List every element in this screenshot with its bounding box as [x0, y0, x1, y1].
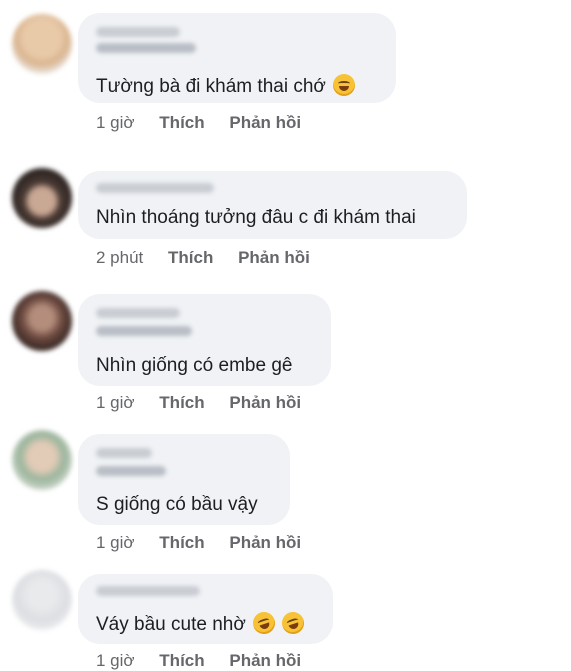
avatar[interactable] — [12, 570, 72, 630]
laughing-tears-emoji-icon — [333, 74, 356, 96]
timestamp[interactable]: 1 giờ — [96, 533, 135, 553]
comment-actions: 1 giờ Thích Phản hồi — [96, 651, 301, 671]
comment-actions: 2 phút Thích Phản hồi — [96, 248, 310, 268]
comment-actions: 1 giờ Thích Phản hồi — [96, 113, 301, 133]
author-name-blurred[interactable] — [96, 448, 152, 458]
like-button[interactable]: Thích — [159, 393, 204, 413]
comment-bubble: Nhìn giống có embe gê — [78, 294, 331, 386]
avatar[interactable] — [12, 14, 72, 74]
avatar[interactable] — [12, 168, 72, 228]
reply-button[interactable]: Phản hồi — [229, 113, 301, 133]
comment-text-content: Tường bà đi khám thai chớ — [96, 76, 326, 97]
comment-bubble: Váy bầu cute nhờ — [78, 574, 333, 644]
author-name-blurred[interactable] — [96, 27, 180, 37]
reply-button[interactable]: Phản hồi — [229, 393, 301, 413]
like-button[interactable]: Thích — [159, 533, 204, 553]
author-name-blurred — [96, 326, 192, 336]
author-name-blurred[interactable] — [96, 308, 180, 318]
timestamp[interactable]: 1 giờ — [96, 651, 135, 671]
author-name-blurred[interactable] — [96, 183, 214, 193]
comment-actions: 1 giờ Thích Phản hồi — [96, 533, 301, 553]
comment-bubble: S giống có bầu vậy — [78, 434, 290, 525]
avatar[interactable] — [12, 291, 72, 351]
comment-list: Tường bà đi khám thai chớ 1 giờ Thích Ph… — [0, 0, 571, 671]
timestamp[interactable]: 1 giờ — [96, 113, 135, 133]
comment-text: Tường bà đi khám thai chớ — [96, 74, 356, 98]
comment-text: Nhìn thoáng tưởng đâu c đi khám thai — [96, 207, 416, 229]
comment-actions: 1 giờ Thích Phản hồi — [96, 393, 301, 413]
comment-text: S giống có bầu vậy — [96, 494, 258, 516]
comment-text-content: Nhìn giống có embe gê — [96, 355, 293, 376]
like-button[interactable]: Thích — [159, 113, 204, 133]
timestamp[interactable]: 1 giờ — [96, 393, 135, 413]
like-button[interactable]: Thích — [168, 248, 213, 268]
rofl-emoji-icon — [250, 609, 278, 637]
comment-text: Nhìn giống có embe gê — [96, 355, 292, 377]
comment-bubble: Nhìn thoáng tưởng đâu c đi khám thai — [78, 171, 467, 239]
reply-button[interactable]: Phản hồi — [229, 533, 301, 553]
comment-bubble: Tường bà đi khám thai chớ — [78, 13, 396, 103]
avatar[interactable] — [12, 430, 72, 490]
comment-text-content: S giống có bầu vậy — [96, 494, 258, 515]
comment-text: Váy bầu cute nhờ — [96, 609, 308, 637]
author-name-blurred — [96, 43, 196, 53]
like-button[interactable]: Thích — [159, 651, 204, 671]
rofl-emoji-icon — [279, 609, 308, 637]
author-name-blurred[interactable] — [96, 586, 200, 596]
timestamp[interactable]: 2 phút — [96, 248, 143, 268]
reply-button[interactable]: Phản hồi — [229, 651, 301, 671]
comment-text-content: Nhìn thoáng tưởng đâu c đi khám thai — [96, 207, 416, 228]
comment-text-content: Váy bầu cute nhờ — [96, 614, 246, 635]
reply-button[interactable]: Phản hồi — [238, 248, 310, 268]
author-name-blurred — [96, 466, 166, 476]
